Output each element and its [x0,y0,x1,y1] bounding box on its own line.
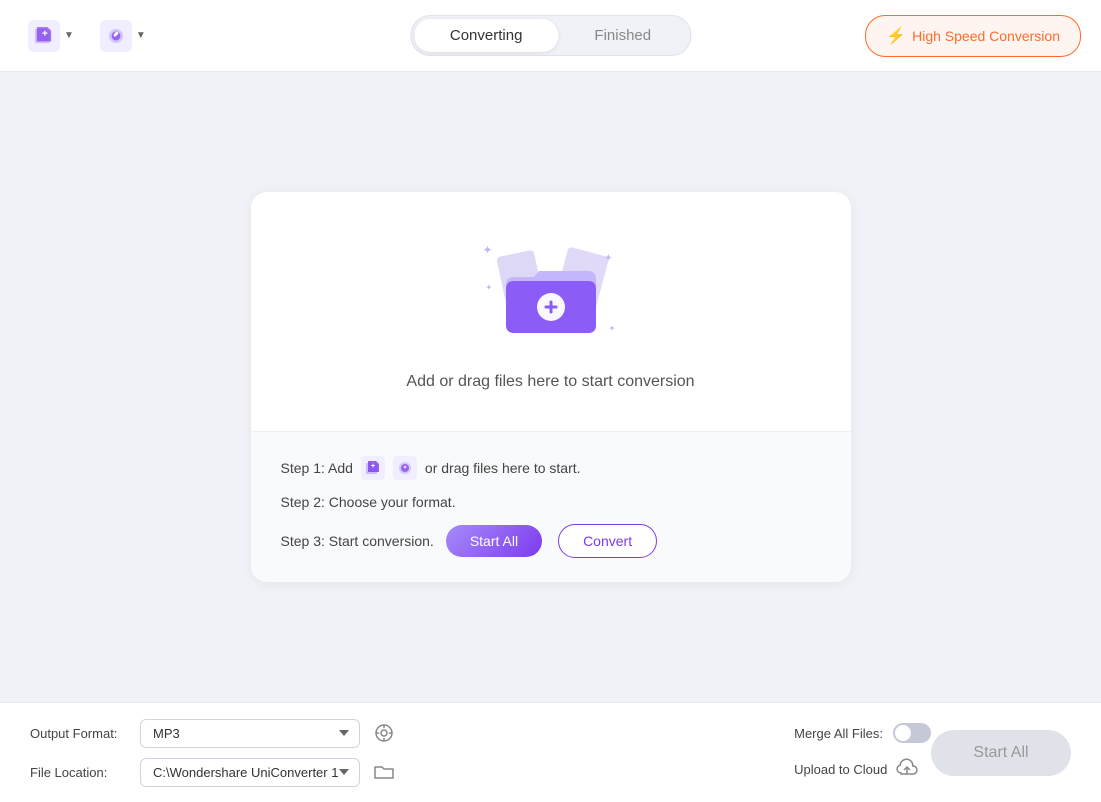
output-format-select[interactable]: MP3 MP4 AVI MOV [140,719,360,748]
format-settings-button[interactable] [370,719,398,747]
step-3-row: Step 3: Start conversion. Start All Conv… [281,524,821,558]
start-all-button[interactable]: Start All [446,525,542,557]
step1-suffix: or drag files here to start. [425,460,581,476]
convert-button[interactable]: Convert [558,524,657,558]
converter-card: ✦ ✦ ✦ ✦ Add [251,192,851,582]
add-device-chevron: ▼ [136,30,146,41]
add-file-chevron: ▼ [64,30,74,41]
add-device-button[interactable]: ▼ [92,16,154,56]
output-format-label: Output Format: [30,726,130,741]
bottom-right: Start All [931,730,1071,776]
tab-group: Converting Finished [410,15,691,56]
drop-instruction: Add or drag files here to start conversi… [406,373,694,391]
file-location-select[interactable]: C:\Wondershare UniConverter 1 [140,758,360,787]
output-format-row: Output Format: MP3 MP4 AVI MOV [30,719,754,748]
merge-toggle[interactable] [893,723,931,743]
upload-row: Upload to Cloud [794,757,931,782]
folder-icon-wrap: ✦ ✦ ✦ ✦ [481,233,621,353]
merge-row: Merge All Files: [794,723,931,743]
step1-add-device-icon [393,456,417,480]
add-file-icon [28,20,60,52]
step2-label: Step 2: Choose your format. [281,494,456,510]
bottom-middle: Merge All Files: Upload to Cloud [794,723,931,782]
step3-prefix: Step 3: Start conversion. [281,533,434,549]
file-location-row: File Location: C:\Wondershare UniConvert… [30,758,754,787]
start-all-main-button[interactable]: Start All [931,730,1071,776]
step-2-row: Step 2: Choose your format. [281,494,821,510]
header: ▼ ▼ Converting Finished ⚡ High Speed Con… [0,0,1101,72]
header-left: ▼ ▼ [20,16,154,56]
file-location-label: File Location: [30,765,130,780]
step-1-row: Step 1: Add or dr [281,456,821,480]
format-settings-icon [374,723,394,743]
bottom-bar: Output Format: MP3 MP4 AVI MOV Fil [0,702,1101,802]
drop-area[interactable]: ✦ ✦ ✦ ✦ Add [251,192,851,432]
tab-finished[interactable]: Finished [558,19,687,52]
step1-add-file-icon [361,456,385,480]
high-speed-button[interactable]: ⚡ High Speed Conversion [865,15,1081,57]
step1-prefix: Step 1: Add [281,460,353,476]
steps-area: Step 1: Add or dr [251,432,851,582]
add-device-icon [100,20,132,52]
speed-btn-label: High Speed Conversion [912,28,1060,44]
cloud-upload-icon[interactable] [895,757,919,782]
merge-label: Merge All Files: [794,726,883,741]
upload-label: Upload to Cloud [794,762,887,777]
browse-folder-button[interactable] [370,758,398,786]
main-content: ✦ ✦ ✦ ✦ Add [0,72,1101,702]
folder-svg [481,233,621,353]
lightning-icon: ⚡ [886,26,906,46]
browse-folder-icon [374,764,394,780]
add-file-button[interactable]: ▼ [20,16,82,56]
bottom-left: Output Format: MP3 MP4 AVI MOV Fil [30,719,754,787]
tab-converting[interactable]: Converting [414,19,559,52]
cloud-icon-svg [895,757,919,777]
